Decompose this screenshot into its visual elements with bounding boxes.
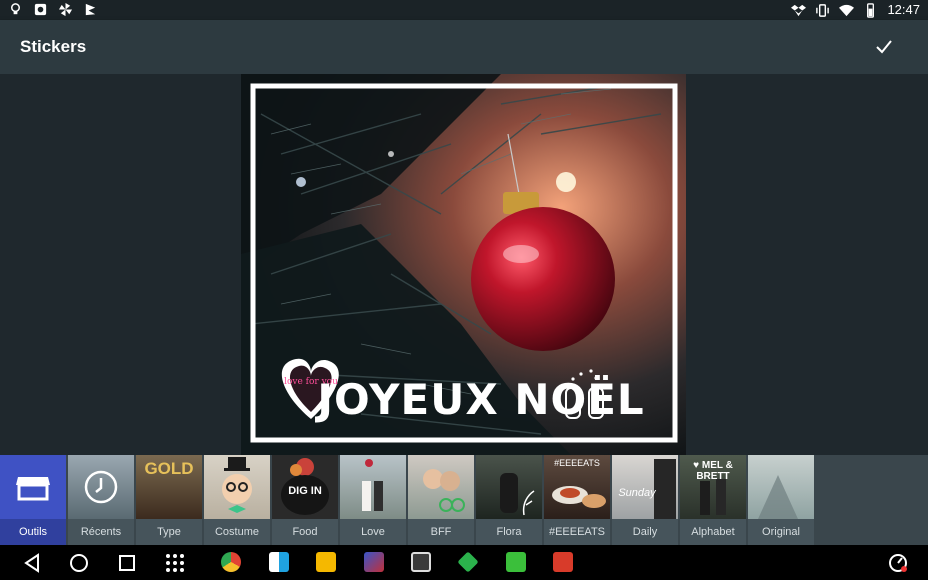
chrome-app-icon[interactable]	[221, 552, 241, 572]
sticker-pack-label: Flora	[476, 519, 542, 545]
sticker-pack-label: Outils	[0, 519, 66, 545]
sticker-pack-love[interactable]: Love	[340, 455, 406, 545]
couple-image	[700, 479, 726, 515]
sticker-pack-label: Type	[136, 519, 202, 545]
windows-app-icon[interactable]	[269, 552, 289, 572]
lightbulb-icon	[11, 3, 20, 15]
keep-app-icon[interactable]	[316, 552, 336, 572]
vibrate-icon	[816, 3, 830, 17]
sticker-pack-food[interactable]: DIG IN Food	[272, 455, 338, 545]
sticker-pack-thumbnail	[408, 455, 474, 519]
recents-icon[interactable]	[115, 551, 139, 575]
sticker-pack-original[interactable]: Original	[748, 455, 814, 545]
sticker-pack-label: BFF	[408, 519, 474, 545]
clock-icon	[84, 470, 118, 504]
costume-face-image	[222, 457, 252, 513]
thumbnail-text: GOLD	[144, 459, 194, 478]
sticker-pack-thumbnail	[204, 455, 270, 519]
sticker-pack-label: Alphabet	[680, 519, 746, 545]
sticker-pack-daily[interactable]: Sunday Daily	[612, 455, 678, 545]
app-toolbar: Stickers	[0, 20, 928, 74]
office-app-icon[interactable]	[553, 552, 573, 572]
camera-app-icon[interactable]	[506, 552, 526, 572]
sticker-pack-label: Food	[272, 519, 338, 545]
back-icon[interactable]	[20, 551, 44, 575]
status-bar: 12:47	[0, 0, 928, 20]
sticker-pack-thumbnail	[340, 455, 406, 519]
pinwheel-icon	[58, 2, 73, 17]
sticker-pack-thumbnail: DIG IN	[272, 455, 338, 519]
sticker-pack-eeeeats[interactable]: #EEEEATS #EEEEATS	[544, 455, 610, 545]
friends-image	[423, 469, 465, 512]
sticker-pack-thumbnail	[68, 455, 134, 519]
feedly-app-icon[interactable]	[457, 551, 479, 573]
sticker-pack-label: Costume	[204, 519, 270, 545]
shop-icon	[16, 477, 50, 501]
sticker-pack-thumbnail: Sunday	[612, 455, 678, 519]
sticker-pack-thumbnail: ♥ MEL & BRETT	[680, 455, 746, 519]
sticker-pack-thumbnail	[476, 455, 542, 519]
editor-canvas: love for you JOYEUX NOËL	[0, 74, 928, 455]
sticker-pack-thumbnail	[0, 455, 66, 519]
sticker-pack-thumbnail: #EEEEATS	[544, 455, 610, 519]
home-icon[interactable]	[67, 551, 91, 575]
flora-image	[500, 473, 535, 516]
app-screen: 12:47 Stickers love for you JOYEUX NOËL …	[0, 0, 928, 580]
food-plate-image	[552, 486, 606, 508]
system-nav-bar	[0, 545, 928, 580]
sticker-text[interactable]: JOYEUX NOËL	[314, 374, 644, 424]
sticker-pack-alphabet[interactable]: ♥ MEL & BRETT Alphabet	[680, 455, 746, 545]
flag-icon	[85, 3, 96, 16]
thumbnail-text: DIG IN	[288, 485, 322, 497]
sticker-pack-type[interactable]: GOLD Type	[136, 455, 202, 545]
speedometer-icon[interactable]	[886, 551, 910, 575]
sticker-pack-label: Love	[340, 519, 406, 545]
sticker-pack-thumbnail: GOLD	[136, 455, 202, 519]
sticker-pack-thumbnail	[748, 455, 814, 519]
game-app-icon[interactable]	[364, 552, 384, 572]
sticker-pack-label: Récents	[68, 519, 134, 545]
couple-image	[362, 459, 383, 511]
image-icon	[34, 3, 47, 16]
sticker-pack-flora[interactable]: Flora	[476, 455, 542, 545]
sticker-pack-outils[interactable]: Outils	[0, 455, 66, 545]
edited-photo[interactable]: love for you JOYEUX NOËL	[241, 74, 686, 455]
wifi-icon	[839, 4, 855, 16]
status-time: 12:47	[887, 2, 920, 17]
apps-grid-icon[interactable]	[163, 551, 187, 575]
thumbnail-text: Sunday	[618, 487, 656, 499]
page-title: Stickers	[20, 37, 87, 56]
sticker-pack-label: #EEEEATS	[544, 519, 610, 545]
sticker-pack-bff[interactable]: BFF	[408, 455, 474, 545]
check-icon[interactable]	[870, 33, 898, 61]
original-image	[758, 475, 798, 519]
sticker-pack-strip: Outils Récents GOLD Type Costume DIG IN …	[0, 455, 928, 545]
dropbox-icon	[791, 4, 807, 16]
sticker-pack-label: Original	[748, 519, 814, 545]
sticker-pack-costume[interactable]: Costume	[204, 455, 270, 545]
battery-icon	[867, 2, 875, 18]
sticker-pack-label: Daily	[612, 519, 678, 545]
sticker-pack-recents[interactable]: Récents	[68, 455, 134, 545]
tablet-app-icon[interactable]	[411, 552, 431, 572]
